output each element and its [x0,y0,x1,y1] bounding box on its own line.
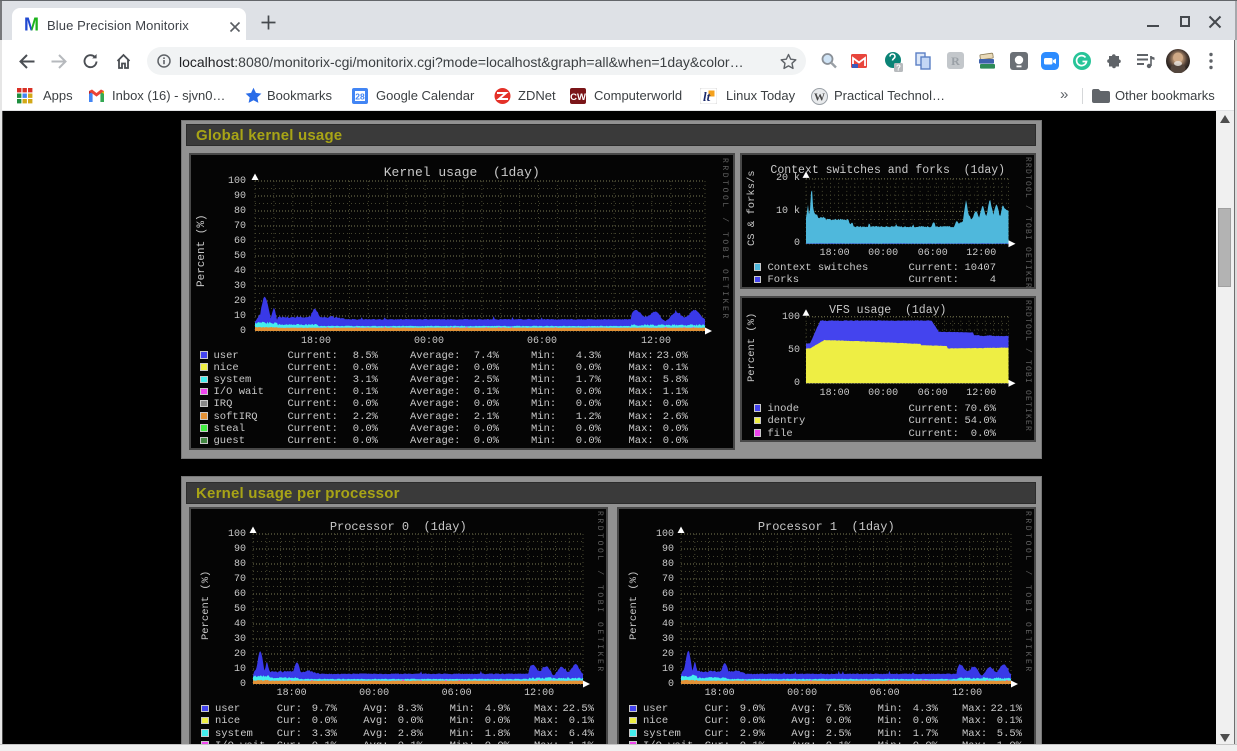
svg-text:R: R [951,54,960,68]
svg-text:W: W [814,92,825,104]
svg-text:lt: lt [703,89,711,104]
svg-text:CW: CW [570,92,586,103]
svg-text:M: M [24,15,39,35]
svg-text:28: 28 [355,92,365,102]
svg-text:?: ? [896,64,901,73]
